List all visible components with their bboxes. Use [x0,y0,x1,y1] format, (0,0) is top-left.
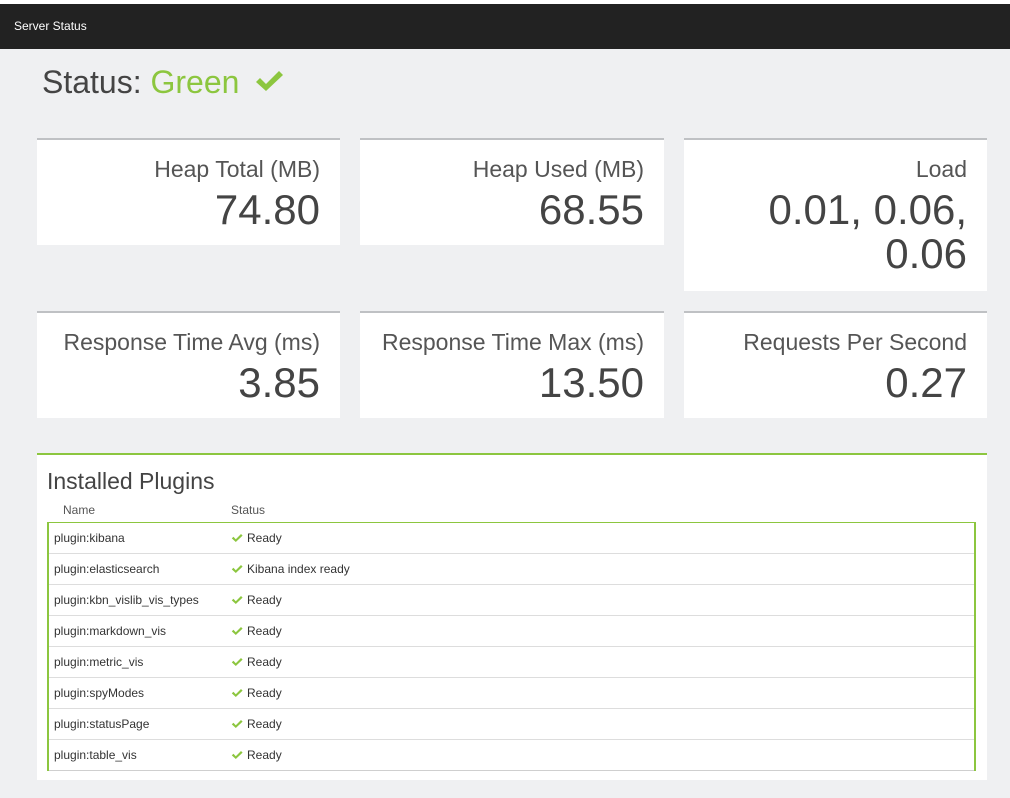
table-row: plugin:kibana Ready [49,522,974,553]
column-header-name: Name [63,503,96,517]
plugin-status-text: Kibana index ready [247,562,350,576]
plugin-status: Ready [231,531,282,545]
check-icon [231,627,243,635]
metric-heap-used: Heap Used (MB) 68.55 [360,138,664,245]
navbar: Server Status [0,4,1010,49]
plugin-name: plugin:kibana [54,531,125,545]
metric-response-time-max: Response Time Max (ms) 13.50 [360,311,664,418]
plugin-status-text: Ready [247,593,282,607]
plugin-status-text: Ready [247,531,282,545]
check-icon [231,596,243,604]
plugin-status: Kibana index ready [231,562,350,576]
metric-value: 0.27 [885,359,967,406]
metric-value: 68.55 [538,186,644,233]
table-row: plugin:markdown_vis Ready [49,615,974,646]
installed-plugins-panel: Installed Plugins Name Status plugin:kib… [37,453,987,780]
metric-label: Requests Per Second [743,329,967,355]
plugins-table-header: Name Status [37,503,987,523]
plugin-status: Ready [231,624,282,638]
check-icon [231,689,243,697]
status-label: Status: [42,64,142,100]
plugin-status: Ready [231,748,282,762]
plugin-status-text: Ready [247,686,282,700]
metric-value: 13.50 [538,359,644,406]
metric-label: Heap Total (MB) [154,156,320,182]
metric-requests-per-second: Requests Per Second 0.27 [684,311,987,418]
plugin-name: plugin:spyModes [54,686,145,700]
table-row: plugin:table_vis Ready [49,739,974,771]
status-state: Green [150,64,240,100]
plugin-status: Ready [231,686,282,700]
table-row: plugin:statusPage Ready [49,708,974,739]
metric-label: Load [915,156,967,182]
plugin-status: Ready [231,655,282,669]
plugin-status-text: Ready [247,717,282,731]
check-icon [231,751,243,759]
plugin-name: plugin:elasticsearch [54,562,160,576]
column-header-status: Status [231,503,266,517]
metric-value: 3.85 [238,359,320,406]
plugin-status-text: Ready [247,655,282,669]
plugin-status-text: Ready [247,624,282,638]
check-icon [256,71,284,91]
metric-response-time-avg: Response Time Avg (ms) 3.85 [37,311,340,418]
plugin-status: Ready [231,593,282,607]
check-icon [231,534,243,542]
plugin-name: plugin:kbn_vislib_vis_types [54,593,199,607]
plugins-title: Installed Plugins [47,468,215,494]
plugins-table-body: plugin:kibana Ready plugin:elasticsearch… [47,522,976,771]
metric-value: 74.80 [214,186,320,233]
table-row: plugin:kbn_vislib_vis_types Ready [49,584,974,615]
metric-label: Heap Used (MB) [472,156,644,182]
table-row: plugin:spyModes Ready [49,677,974,708]
plugin-name: plugin:metric_vis [54,655,144,669]
page-title: Status: Green [42,64,284,101]
metric-load: Load 0.01, 0.06, 0.06 [684,138,987,291]
navbar-title[interactable]: Server Status [14,19,87,33]
plugin-status: Ready [231,717,282,731]
table-row: plugin:elasticsearch Kibana index ready [49,553,974,584]
plugin-name: plugin:table_vis [54,748,137,762]
metric-value: 0.01, 0.06, 0.06 [768,186,968,277]
check-icon [231,565,243,573]
plugin-name: plugin:markdown_vis [54,624,167,638]
plugin-name: plugin:statusPage [54,717,150,731]
table-row: plugin:metric_vis Ready [49,646,974,677]
metric-label: Response Time Max (ms) [381,329,644,355]
check-icon [231,720,243,728]
metric-label: Response Time Avg (ms) [63,329,320,355]
plugin-status-text: Ready [247,748,282,762]
metric-heap-total: Heap Total (MB) 74.80 [37,138,340,245]
check-icon [231,658,243,666]
